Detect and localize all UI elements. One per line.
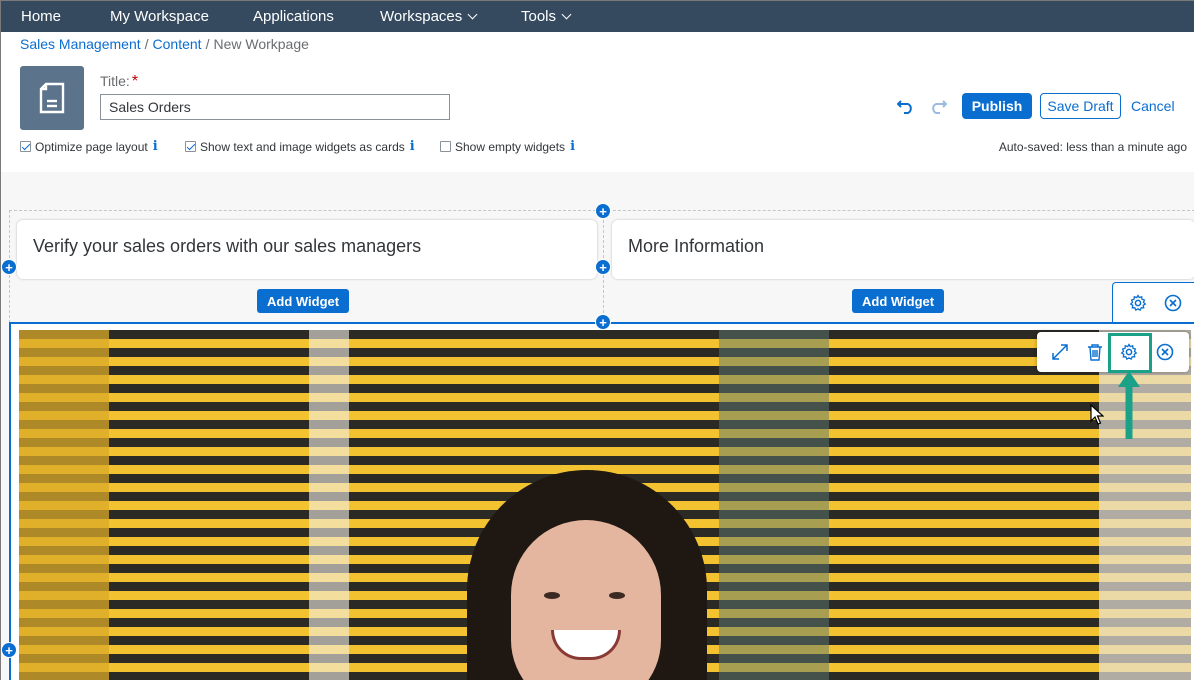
section-toolbar <box>1112 282 1194 324</box>
required-mark: * <box>131 73 139 90</box>
show-cards-label: Show text and image widgets as cards <box>200 139 405 154</box>
show-empty-widgets-label: Show empty widgets <box>455 139 566 154</box>
title-label-text: Title: <box>100 73 130 89</box>
add-widget-button[interactable]: Add Widget <box>257 289 350 313</box>
image-background <box>19 330 109 680</box>
person-eye <box>609 592 625 599</box>
chevron-down-icon <box>467 9 478 20</box>
text-widget-card[interactable]: More Information <box>612 220 1194 279</box>
redo-icon[interactable] <box>928 96 948 116</box>
info-icon[interactable]: i <box>570 139 575 154</box>
plus-circle-icon[interactable]: + <box>596 204 610 218</box>
show-empty-widgets-checkbox[interactable]: Show empty widgets i <box>440 139 575 154</box>
expand-icon[interactable] <box>1050 342 1070 362</box>
nav-tools[interactable]: Tools <box>521 1 572 32</box>
close-circle-icon[interactable] <box>1155 342 1175 362</box>
checkbox-unchecked[interactable] <box>440 141 451 152</box>
mouse-cursor-icon <box>1090 404 1104 425</box>
person-eye <box>544 592 560 599</box>
plus-circle-icon[interactable]: + <box>2 260 16 274</box>
nav-workspaces-label: Workspaces <box>380 8 463 25</box>
breadcrumb-separator: / <box>144 36 149 52</box>
text-widget-card[interactable]: Verify your sales orders with our sales … <box>17 220 597 279</box>
breadcrumb-separator: / <box>205 36 210 52</box>
image-widget[interactable] <box>19 330 1191 680</box>
info-icon[interactable]: i <box>153 139 158 154</box>
breadcrumb-content[interactable]: Content <box>153 36 202 52</box>
page-header: Sales Management / Content / New Workpage Ti… <box>1 32 1194 172</box>
title-label: Title: * <box>100 73 138 91</box>
top-nav: Home My Workspace Applications Workspace… <box>1 1 1194 32</box>
nav-home-label: Home <box>21 8 62 25</box>
image-background <box>309 330 349 680</box>
save-draft-button[interactable]: Save Draft <box>1040 93 1121 119</box>
add-widget-button[interactable]: Add Widget <box>852 289 945 313</box>
optimize-layout-label: Optimize page layout <box>35 139 148 154</box>
trash-icon[interactable] <box>1085 342 1105 362</box>
page-canvas: Verify your sales orders with our sales … <box>1 172 1194 680</box>
breadcrumb-current: New Workpage <box>213 36 309 52</box>
breadcrumb-sales-management[interactable]: Sales Management <box>20 36 141 52</box>
cancel-button[interactable]: Cancel <box>1131 93 1175 119</box>
title-input[interactable] <box>100 94 450 120</box>
nav-workspaces[interactable]: Workspaces <box>380 1 478 32</box>
checkbox-checked[interactable] <box>20 141 31 152</box>
text-widget-title: More Information <box>628 236 765 256</box>
publish-button[interactable]: Publish <box>962 93 1032 119</box>
nav-applications-label: Applications <box>253 8 334 25</box>
plus-circle-icon[interactable]: + <box>2 643 16 657</box>
show-cards-checkbox[interactable]: Show text and image widgets as cards i <box>185 139 415 154</box>
nav-my-workspace-label: My Workspace <box>110 8 209 25</box>
nav-applications[interactable]: Applications <box>253 1 334 32</box>
settings-highlight-box <box>1108 333 1152 373</box>
close-circle-icon[interactable] <box>1163 293 1183 313</box>
nav-tools-label: Tools <box>521 8 557 25</box>
breadcrumb: Sales Management / Content / New Workpage <box>20 36 309 52</box>
undo-icon[interactable] <box>896 96 916 116</box>
info-icon[interactable]: i <box>410 139 415 154</box>
nav-my-workspace[interactable]: My Workspace <box>110 1 209 32</box>
plus-circle-icon[interactable]: + <box>596 315 610 329</box>
arrow-up-icon <box>1118 371 1140 439</box>
image-background <box>719 330 829 680</box>
optimize-layout-checkbox[interactable]: Optimize page layout i <box>20 139 158 154</box>
nav-home[interactable]: Home <box>21 1 61 32</box>
chevron-down-icon <box>561 9 572 20</box>
image-background <box>1099 330 1191 680</box>
text-widget-title: Verify your sales orders with our sales … <box>33 236 422 256</box>
checkbox-checked[interactable] <box>185 141 196 152</box>
plus-circle-icon[interactable]: + <box>596 260 610 274</box>
autosave-status: Auto-saved: less than a minute ago <box>998 140 1187 154</box>
document-icon <box>20 66 84 130</box>
gear-icon[interactable] <box>1128 293 1148 313</box>
